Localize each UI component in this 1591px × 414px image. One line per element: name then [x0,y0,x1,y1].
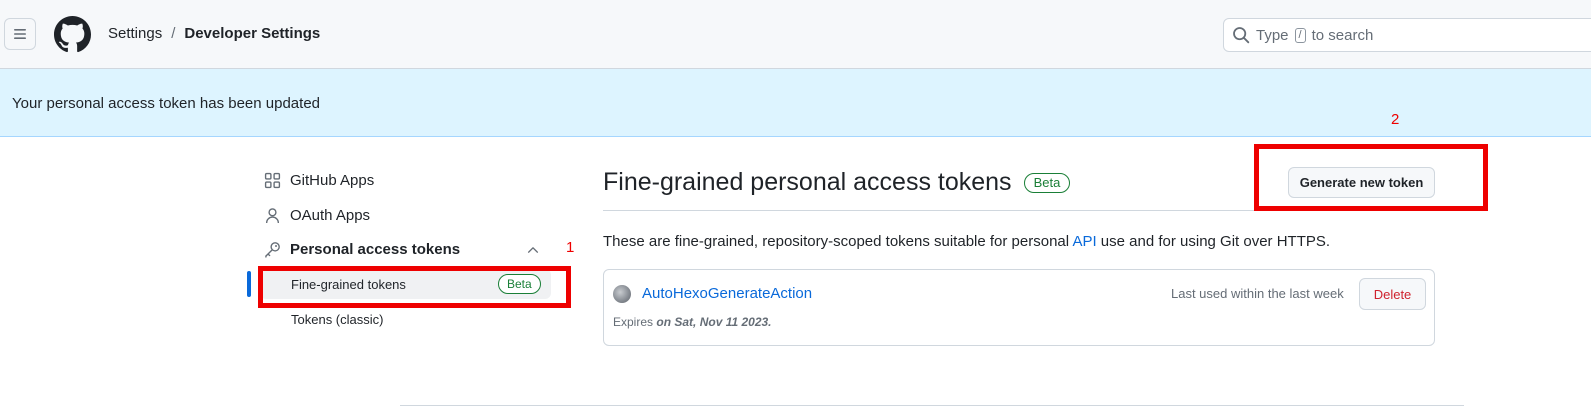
search-placeholder-prefix: Type [1256,26,1289,44]
token-expires-prefix: Expires [613,315,654,329]
sidebar-subitem-tokens-classic[interactable]: Tokens (classic) [291,312,383,327]
key-icon [265,242,280,258]
sidebar-item-label: GitHub Apps [290,172,375,189]
search-icon [1233,27,1250,44]
search-input[interactable]: Type / to search [1223,18,1591,52]
menu-button[interactable] [4,18,36,50]
apps-icon [264,172,281,189]
search-shortcut-key: / [1294,27,1306,43]
hamburger-icon [14,29,26,39]
breadcrumb-separator: / [171,25,176,42]
api-link[interactable]: API [1072,233,1096,250]
person-icon [265,208,280,223]
footer-divider [400,405,1464,406]
annotation-number-2: 2 [1391,111,1400,128]
description-text-end: use and for using Git over HTTPS. [1100,233,1331,250]
sidebar-item-label: Personal access tokens [290,241,461,258]
token-last-used: Last used within the last week [1171,286,1344,301]
flash-banner: Your personal access token has been upda… [0,69,1591,137]
page-description: These are fine-grained, repository-scope… [603,233,1330,250]
breadcrumb: Settings / Developer Settings [108,25,320,42]
annotation-box-2 [1254,144,1488,211]
github-logo-icon[interactable] [54,16,91,53]
page-title: Fine-grained personal access tokens Beta [603,168,1071,197]
sidebar-item-github-apps[interactable]: GitHub Apps [264,172,374,189]
selected-indicator [247,271,251,297]
flash-message: Your personal access token has been upda… [12,95,321,112]
breadcrumb-developer-settings-link[interactable]: Developer Settings [184,25,320,42]
top-header: Settings / Developer Settings Type / to … [0,0,1591,69]
description-text: These are fine-grained, repository-scope… [603,233,1070,250]
annotation-box-1 [258,266,571,308]
token-expiration: Expires on Sat, Nov 11 2023. [613,315,772,329]
chevron-up-icon[interactable] [526,243,540,257]
sidebar-item-personal-access-tokens[interactable]: Personal access tokens [264,241,460,258]
breadcrumb-settings-link[interactable]: Settings [108,25,162,42]
sidebar-item-oauth-apps[interactable]: OAuth Apps [264,207,370,224]
page-title-text: Fine-grained personal access tokens [603,168,1012,196]
delete-token-button[interactable]: Delete [1359,278,1426,310]
search-placeholder-suffix: to search [1311,26,1374,44]
token-name-link[interactable]: AutoHexoGenerateAction [642,285,812,302]
token-avatar [613,285,631,303]
token-list-item: AutoHexoGenerateAction Last used within … [603,269,1435,346]
title-beta-badge: Beta [1023,172,1071,193]
token-expires-date: on Sat, Nov 11 2023. [656,315,772,329]
annotation-number-1: 1 [566,239,575,256]
sidebar-item-label: OAuth Apps [290,207,371,224]
